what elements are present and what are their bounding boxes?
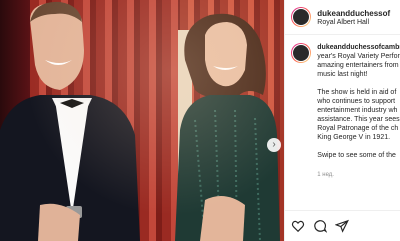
heart-icon[interactable] [291,219,305,233]
instagram-post: › dukeandduchessof Royal Albert Hall duk… [0,0,400,241]
post-sidebar: dukeandduchessof Royal Albert Hall dukea… [284,0,400,241]
avatar[interactable] [291,7,312,27]
action-bar [285,210,400,241]
header-username[interactable]: dukeandduchessof [317,9,390,18]
caption-line: music last night! [317,71,368,78]
caption-line: Swipe to see some of the [317,152,396,159]
location-link[interactable]: Royal Albert Hall [317,19,390,26]
caption-text: dukeandduchessofcambr year's Royal Varie… [317,43,400,160]
post-timestamp[interactable]: 1 нед. [317,172,334,178]
share-icon[interactable] [334,219,350,233]
stage-light [0,0,285,241]
caption-line: The show is held in aid of [317,89,397,96]
comment-icon[interactable] [313,219,328,233]
caption-line: King George V in 1921. [317,134,391,141]
post-header: dukeandduchessof Royal Albert Hall [285,0,400,35]
caption-line: who continues to support [317,98,396,105]
caption-line: year's Royal Variety Perfor [317,53,400,60]
caption: dukeandduchessofcambr year's Royal Varie… [285,35,400,160]
caption-line: Royal Patronage of the ch [317,125,399,132]
carousel-next-button[interactable]: › [267,138,281,152]
caption-line: entertainment industry wh [317,107,398,114]
post-photo: › [0,0,285,241]
caption-username[interactable]: dukeandduchessofcambr [317,44,400,51]
caption-line: assistance. This year sees [317,116,400,123]
avatar[interactable] [291,43,312,63]
caption-line: amazing entertainers from [317,62,399,69]
